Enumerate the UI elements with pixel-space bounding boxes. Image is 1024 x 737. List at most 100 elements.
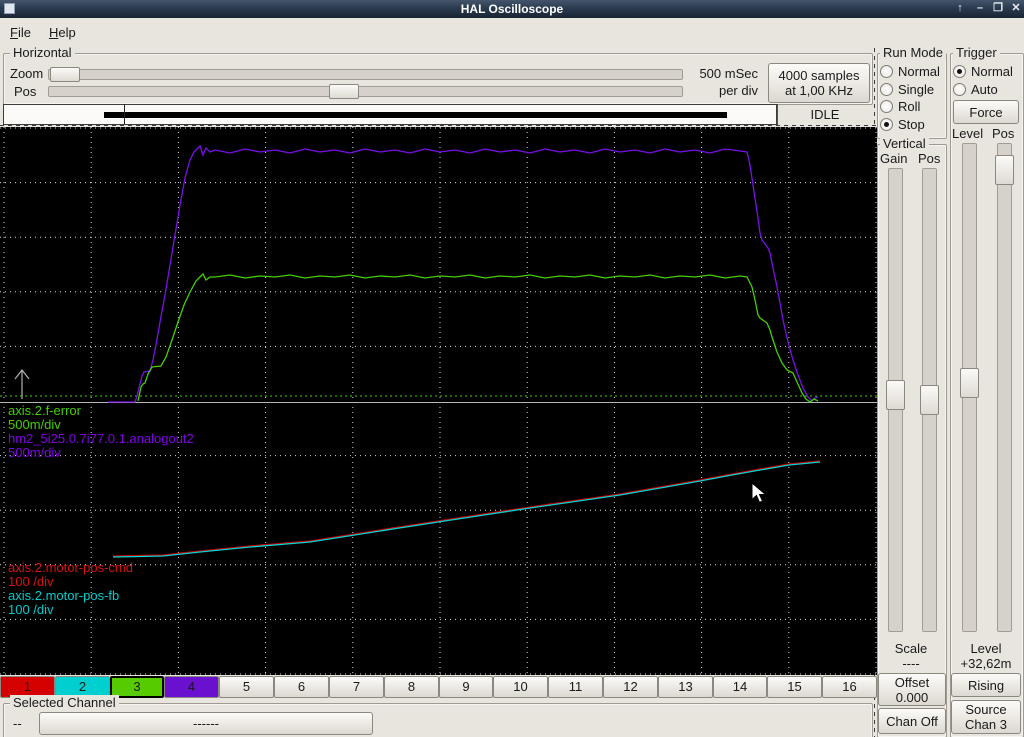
window-title: HAL Oscilloscope xyxy=(460,2,564,16)
channel-button-11[interactable]: 11 xyxy=(548,676,603,698)
trigger-arrow-icon xyxy=(14,369,30,399)
offset-button[interactable]: Offset 0.000 xyxy=(878,673,946,706)
selected-channel-button[interactable]: ------ xyxy=(39,712,373,735)
close-icon[interactable]: ✕ xyxy=(1008,0,1024,18)
offset-button-line2: 0.000 xyxy=(895,689,929,705)
channel-button-14[interactable]: 14 xyxy=(713,676,767,698)
trace-axis.2.f-error xyxy=(137,272,819,403)
rate-line1: 500 mSec xyxy=(699,66,758,81)
trigger-position-tick xyxy=(124,104,125,124)
scope-display[interactable]: axis.2.f-error500m/divhm2_5i25.0.7i77.0.… xyxy=(0,127,877,675)
channel-button-5[interactable]: 5 xyxy=(219,676,274,698)
trigger-radio-normal[interactable]: Normal xyxy=(953,64,1013,79)
focus-dash-top xyxy=(0,125,877,126)
radio-circle-icon[interactable] xyxy=(953,82,966,96)
channel-button-6[interactable]: 6 xyxy=(274,676,329,698)
force-button-label: Force xyxy=(969,104,1003,120)
samples-button[interactable]: 4000 samples at 1,00 KHz xyxy=(768,63,870,103)
run-mode-radio-label: Single xyxy=(898,81,935,97)
scale-value: ---- xyxy=(902,656,920,671)
trace-hm2_5i25.0.7i77.0.1.analogout2 xyxy=(108,144,819,403)
trigger-level-slider-handle[interactable] xyxy=(960,368,979,398)
channel-button-10[interactable]: 10 xyxy=(493,676,548,698)
scope-channel-label: axis.2.motor-pos-cmd xyxy=(8,560,133,575)
run-mode-radio-label: Roll xyxy=(898,99,921,114)
channel-button-13[interactable]: 13 xyxy=(658,676,713,698)
radio-circle-icon[interactable] xyxy=(880,100,893,113)
zoom-slider-handle[interactable] xyxy=(50,67,80,82)
minimize-icon[interactable]: – xyxy=(972,0,988,18)
radio-circle-icon[interactable] xyxy=(953,65,966,78)
scope-channel-label: 100 /div xyxy=(8,574,54,589)
trigger-radio-label: Auto xyxy=(971,81,998,97)
samples-line2: at 1,00 KHz xyxy=(785,83,853,98)
scope-channel-label: hm2_5i25.0.7i77.0.1.analogout2 xyxy=(8,431,194,446)
trigger-pos-slider-handle[interactable] xyxy=(995,155,1014,185)
channel-button-4[interactable]: 4 xyxy=(164,676,219,698)
pos-slider[interactable] xyxy=(48,86,683,97)
status-label: IDLE xyxy=(777,104,872,125)
selected-channel-frame-label: Selected Channel xyxy=(10,695,119,710)
restore-icon[interactable]: ❐ xyxy=(990,0,1006,18)
run-mode-radio-roll[interactable]: Roll xyxy=(880,99,920,114)
menu-item-help[interactable]: Help xyxy=(41,21,84,44)
pos-label: Pos xyxy=(14,84,37,99)
trigger-source-line1: Source xyxy=(965,702,1007,717)
shade-window-icon[interactable]: ↑ xyxy=(952,0,968,18)
channel-button-8[interactable]: 8 xyxy=(384,676,439,698)
trigger-level-col-label: Level xyxy=(952,126,984,141)
run-mode-radio-label: Normal xyxy=(898,64,940,79)
scope-channel-label: 500m/div xyxy=(8,445,61,460)
run-mode-frame-label: Run Mode xyxy=(880,45,946,60)
offset-button-line1: Offset xyxy=(894,674,930,690)
samples-line1: 4000 samples xyxy=(778,68,860,83)
run-mode-radio-normal[interactable]: Normal xyxy=(880,64,940,79)
trigger-source-button[interactable]: Source Chan 3 xyxy=(951,700,1021,734)
vertical-pos-slider-handle[interactable] xyxy=(920,385,939,415)
selected-channel-value: -- xyxy=(13,716,22,731)
selected-channel-button-label: ------ xyxy=(193,716,219,731)
trigger-source-line2: Chan 3 xyxy=(965,717,1007,732)
channel-button-7[interactable]: 7 xyxy=(329,676,384,698)
rate-line2: per div xyxy=(718,83,758,98)
run-mode-radio-single[interactable]: Single xyxy=(880,82,934,97)
titlebar[interactable]: HAL Oscilloscope ↑ – ❐ ✕ xyxy=(0,0,1024,18)
menubar: File Help xyxy=(0,18,1024,46)
radio-circle-icon[interactable] xyxy=(880,82,893,96)
radio-circle-icon[interactable] xyxy=(880,117,893,131)
pos-slider-handle[interactable] xyxy=(329,84,359,99)
trigger-radio-auto[interactable]: Auto xyxy=(953,82,998,97)
channel-button-9[interactable]: 9 xyxy=(439,676,493,698)
mouse-cursor-icon xyxy=(751,481,767,504)
zoom-label: Zoom xyxy=(10,66,44,81)
scope-channel-label: 100 /div xyxy=(8,602,54,617)
radio-circle-icon[interactable] xyxy=(880,65,893,78)
trigger-edge-button[interactable]: Rising xyxy=(951,673,1021,697)
trigger-pos-col-label: Pos xyxy=(992,126,1015,141)
trigger-frame-label: Trigger xyxy=(953,45,1000,60)
trigger-radio-label: Normal xyxy=(971,64,1013,79)
vertical-pos-label: Pos xyxy=(918,151,941,166)
trace-axis.2.motor-pos-fb xyxy=(112,461,821,558)
scope-channel-label: 500m/div xyxy=(8,417,61,432)
trigger-level-value: +32,62m xyxy=(960,656,1012,671)
channel-button-16[interactable]: 16 xyxy=(822,676,877,698)
menu-item-file[interactable]: File xyxy=(2,21,39,44)
trigger-edge-button-label: Rising xyxy=(967,677,1005,693)
record-progress-fill xyxy=(104,112,727,118)
trigger-pos-slider[interactable] xyxy=(997,143,1012,632)
halscope-window: HAL Oscilloscope ↑ – ❐ ✕ File Help Horizo… xyxy=(0,0,1024,737)
run-mode-radio-stop[interactable]: Stop xyxy=(880,117,925,132)
force-button[interactable]: Force xyxy=(953,100,1019,124)
trigger-level-label: Level xyxy=(970,641,1002,656)
channel-button-12[interactable]: 12 xyxy=(603,676,658,698)
vertical-frame-label: Vertical xyxy=(880,136,929,151)
channel-button-15[interactable]: 15 xyxy=(767,676,822,698)
horizontal-frame-label: Horizontal xyxy=(10,45,75,60)
chan-off-button-label: Chan Off xyxy=(886,713,938,729)
run-mode-radio-label: Stop xyxy=(898,116,925,132)
gain-slider-handle[interactable] xyxy=(886,380,905,410)
chan-off-button[interactable]: Chan Off xyxy=(878,708,946,734)
zoom-slider[interactable] xyxy=(48,69,683,80)
trace-axis.2.motor-pos-cmd xyxy=(112,460,821,557)
